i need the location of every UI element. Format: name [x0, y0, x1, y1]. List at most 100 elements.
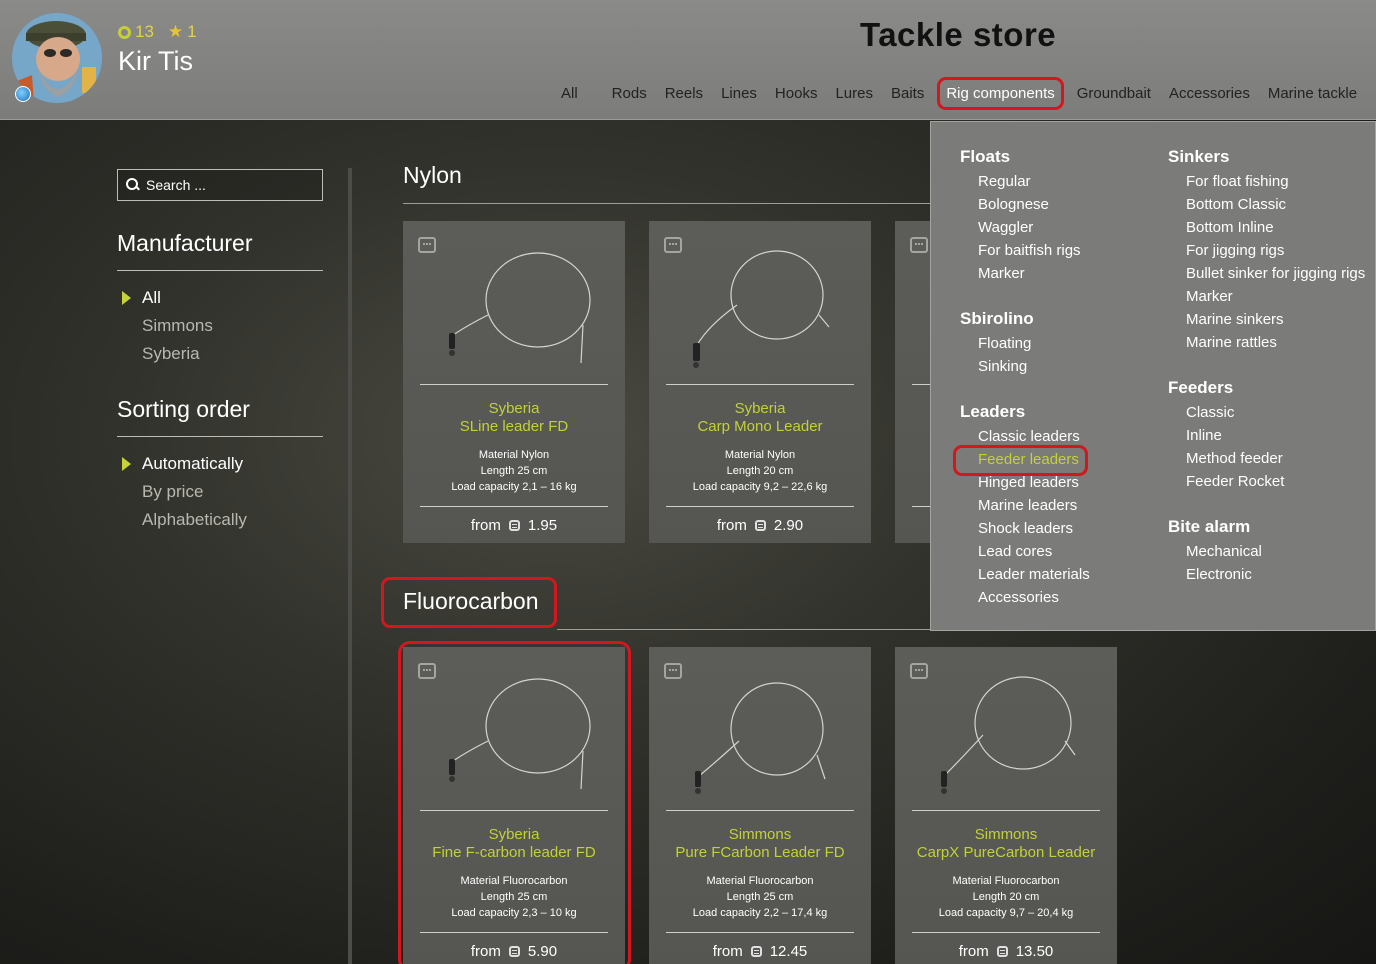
dropdown-item-bottom-inline[interactable]: Bottom Inline [1186, 219, 1274, 236]
product-card[interactable]: Syberia Carp Mono Leader Material Nylon … [649, 221, 871, 543]
dropdown-item-for-jigging-rigs[interactable]: For jigging rigs [1186, 242, 1284, 259]
card-load-capacity: Load capacity 2,1 – 16 kg [451, 481, 577, 493]
dropdown-item-bolognese[interactable]: Bolognese [978, 196, 1049, 213]
card-divider [912, 810, 1100, 811]
dropdown-group-leaders[interactable]: Leaders [960, 402, 1025, 422]
tab-hooks[interactable]: Hooks [766, 85, 827, 102]
card-brand: Simmons [728, 826, 792, 843]
selected-arrow-icon [122, 457, 131, 471]
category-tabs: All Rods Reels Lines Hooks Lures Baits R… [552, 76, 1366, 110]
panel-divider [348, 168, 352, 964]
credits-icon [754, 520, 766, 531]
dropdown-group-bite-alarm[interactable]: Bite alarm [1168, 517, 1250, 537]
price-from-label: from [716, 517, 747, 534]
dropdown-item-waggler[interactable]: Waggler [978, 219, 1033, 236]
dropdown-item-marine-rattles[interactable]: Marine rattles [1186, 334, 1277, 351]
tab-rig-components[interactable]: Rig components [937, 76, 1064, 110]
leader-image [941, 676, 1076, 794]
dropdown-item-sinking[interactable]: Sinking [978, 358, 1027, 375]
dropdown-item-classic-leaders[interactable]: Classic leaders [978, 428, 1080, 445]
price-value: 1.95 [527, 517, 558, 534]
card-material: Material Fluorocarbon [706, 875, 814, 887]
product-card[interactable]: Simmons Pure FCarbon Leader FD Material … [649, 647, 871, 964]
dropdown-item-shock-leaders[interactable]: Shock leaders [978, 520, 1073, 537]
region-globe-icon [15, 86, 31, 102]
card-product-name: Pure FCarbon Leader FD [675, 844, 845, 861]
dropdown-item-bottom-classic[interactable]: Bottom Classic [1186, 196, 1286, 213]
sort-option-by-price[interactable]: By price [142, 482, 203, 502]
player-name: Kir Tis [118, 46, 194, 76]
dropdown-item-bullet-sinker[interactable]: Bullet sinker for jigging rigs [1186, 265, 1365, 282]
dropdown-group-feeders[interactable]: Feeders [1168, 378, 1233, 398]
tab-accessories[interactable]: Accessories [1160, 85, 1259, 102]
dropdown-item-electronic[interactable]: Electronic [1186, 566, 1252, 583]
product-card[interactable]: Syberia SLine leader FD Material Nylon L… [403, 221, 625, 543]
credits-icon [750, 946, 762, 957]
credits-icon [996, 946, 1008, 957]
card-highlight-outline [398, 641, 631, 964]
price-value: 12.45 [769, 943, 808, 960]
level-icon [118, 25, 131, 39]
dropdown-item-mechanical[interactable]: Mechanical [1186, 543, 1262, 560]
tab-groundbait[interactable]: Groundbait [1068, 85, 1160, 102]
tab-lines[interactable]: Lines [712, 85, 766, 102]
dropdown-item-for-float-fishing[interactable]: For float fishing [1186, 173, 1289, 190]
dropdown-group-floats[interactable]: Floats [960, 147, 1010, 167]
dropdown-item-marker[interactable]: Marker [978, 265, 1025, 282]
dropdown-group-sbirolino[interactable]: Sbirolino [960, 309, 1034, 329]
product-card[interactable]: Simmons CarpX PureCarbon Leader Material… [895, 647, 1117, 964]
tab-rods[interactable]: Rods [603, 85, 656, 102]
card-brand: Simmons [974, 826, 1038, 843]
dropdown-item-feeder-inline[interactable]: Inline [1186, 427, 1222, 444]
tab-all[interactable]: All [552, 85, 587, 102]
card-material: Material Nylon [478, 449, 550, 461]
card-length: Length 25 cm [480, 465, 548, 477]
leader-category-icon [910, 663, 928, 679]
manufacturer-option-syberia[interactable]: Syberia [142, 344, 200, 364]
manufacturer-divider [117, 270, 323, 271]
dropdown-item-marine-sinkers[interactable]: Marine sinkers [1186, 311, 1284, 328]
manufacturer-option-all[interactable]: All [142, 288, 161, 308]
tab-reels[interactable]: Reels [656, 85, 712, 102]
card-material: Material Fluorocarbon [952, 875, 1060, 887]
section-title-nylon: Nylon [403, 162, 462, 188]
player-level-value: 13 [135, 22, 154, 41]
dropdown-item-regular[interactable]: Regular [978, 173, 1031, 190]
sort-option-automatically[interactable]: Automatically [142, 454, 243, 474]
leader-category-icon [664, 663, 682, 679]
dropdown-group-sinkers[interactable]: Sinkers [1168, 147, 1229, 167]
card-length: Length 20 cm [972, 891, 1040, 903]
sort-option-alphabetically[interactable]: Alphabetically [142, 510, 247, 530]
selected-arrow-icon [122, 291, 131, 305]
dropdown-item-feeder-classic[interactable]: Classic [1186, 404, 1234, 421]
search-box[interactable] [117, 169, 323, 201]
dropdown-item-method-feeder[interactable]: Method feeder [1186, 450, 1283, 467]
tab-baits[interactable]: Baits [882, 85, 933, 102]
leader-category-icon [664, 237, 682, 253]
dropdown-item-feeder-rocket[interactable]: Feeder Rocket [1186, 473, 1284, 490]
search-input[interactable] [146, 177, 316, 193]
price-from-label: from [958, 943, 989, 960]
card-divider [420, 506, 608, 507]
card-divider [666, 506, 854, 507]
tab-marine-tackle[interactable]: Marine tackle [1259, 85, 1366, 102]
dropdown-item-lead-cores[interactable]: Lead cores [978, 543, 1052, 560]
tab-lures[interactable]: Lures [826, 85, 882, 102]
player-stars: ★ 1 [160, 22, 197, 42]
dropdown-item-leader-materials[interactable]: Leader materials [978, 566, 1090, 583]
dropdown-item-marine-leaders[interactable]: Marine leaders [978, 497, 1077, 514]
dropdown-item-hinged-leaders[interactable]: Hinged leaders [978, 474, 1079, 491]
card-load-capacity: Load capacity 2,2 – 17,4 kg [692, 907, 828, 919]
card-price: from 1.95 [403, 517, 625, 534]
card-product-name: Carp Mono Leader [697, 418, 823, 435]
price-from-label: from [712, 943, 743, 960]
price-value: 13.50 [1015, 943, 1054, 960]
dropdown-item-floating[interactable]: Floating [978, 335, 1031, 352]
dropdown-item-for-baitfish-rigs[interactable]: For baitfish rigs [978, 242, 1081, 259]
card-divider [420, 384, 608, 385]
card-brand: Syberia [734, 400, 786, 417]
manufacturer-option-simmons[interactable]: Simmons [142, 316, 213, 336]
player-level: 13 [118, 22, 154, 42]
dropdown-item-accessories[interactable]: Accessories [978, 589, 1059, 606]
dropdown-item-sinker-marker[interactable]: Marker [1186, 288, 1233, 305]
